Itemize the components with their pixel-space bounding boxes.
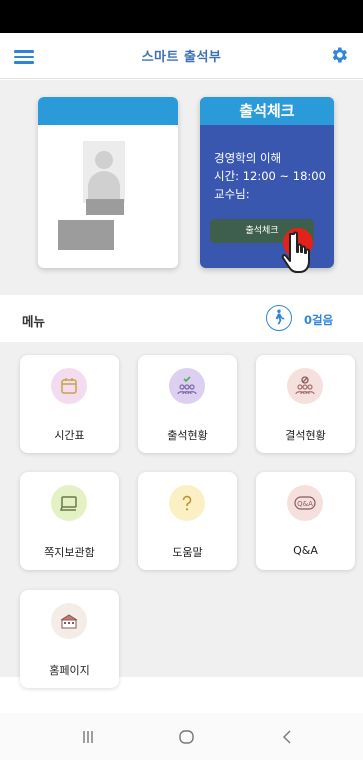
tile-label: 도움말 bbox=[172, 546, 203, 559]
calendar-icon bbox=[51, 368, 87, 404]
pointer-hand-icon bbox=[281, 231, 310, 273]
attendance-group-check-icon bbox=[169, 368, 205, 404]
avatar bbox=[83, 141, 125, 203]
tile-label: 홈페이지 bbox=[49, 664, 90, 677]
back-icon[interactable] bbox=[276, 727, 300, 747]
id-placeholder-block bbox=[58, 220, 114, 250]
app-title: 스마트 출석부 bbox=[141, 50, 222, 65]
question-icon bbox=[169, 485, 205, 521]
app-bar: 스마트 출석부 bbox=[0, 33, 363, 79]
check-card-title: 출석체크 bbox=[200, 97, 334, 125]
id-placeholder-bar bbox=[86, 199, 124, 215]
tile-label: 결석현황 bbox=[285, 429, 326, 442]
menu-header: 메뉴 0걸음 bbox=[0, 296, 363, 342]
gear-icon[interactable] bbox=[329, 45, 349, 65]
recent-apps-icon[interactable] bbox=[76, 727, 100, 747]
student-id-card bbox=[38, 97, 178, 268]
hero-section: 출석체크 경영학의 이해 시간: 12:00 ~ 18:00 교수님: 출석체크 bbox=[0, 80, 363, 295]
menu-tile-attendance[interactable]: 출석현황 bbox=[138, 355, 237, 453]
tile-label: 시간표 bbox=[54, 429, 85, 442]
course-time: 시간: 12:00 ~ 18:00 bbox=[214, 169, 326, 183]
menu-tile-absence[interactable]: 결석현황 bbox=[256, 355, 355, 453]
hamburger-icon[interactable] bbox=[14, 47, 34, 65]
walking-person-icon[interactable] bbox=[266, 305, 292, 331]
absence-group-icon bbox=[287, 368, 323, 404]
menu-tile-messages[interactable]: 쪽지보관함 bbox=[20, 472, 119, 570]
system-nav-bar bbox=[0, 713, 363, 760]
tile-label: Q&A bbox=[293, 544, 318, 557]
status-bar bbox=[0, 0, 363, 33]
course-name: 경영학의 이해 bbox=[214, 151, 282, 165]
menu-label: 메뉴 bbox=[22, 314, 46, 329]
school-building-icon bbox=[51, 603, 87, 639]
menu-grid: 시간표 출석현황 결석현황 쪽지보관함 도움말 Q&A Q&A 홈페이지 bbox=[0, 342, 363, 688]
message-icon bbox=[51, 485, 87, 521]
tile-label: 출석현황 bbox=[167, 429, 208, 442]
svg-text:Q&A: Q&A bbox=[297, 500, 313, 508]
home-icon[interactable] bbox=[175, 727, 199, 747]
tile-label: 쪽지보관함 bbox=[44, 546, 95, 559]
qa-icon: Q&A bbox=[287, 485, 323, 521]
menu-tile-timetable[interactable]: 시간표 bbox=[20, 355, 119, 453]
menu-tile-qa[interactable]: Q&A Q&A bbox=[256, 472, 355, 570]
menu-tile-homepage[interactable]: 홈페이지 bbox=[20, 590, 119, 688]
step-count: 0걸음 bbox=[304, 313, 334, 327]
professor-label: 교수님: bbox=[214, 187, 250, 201]
menu-tile-help[interactable]: 도움말 bbox=[138, 472, 237, 570]
id-card-header bbox=[38, 97, 178, 125]
